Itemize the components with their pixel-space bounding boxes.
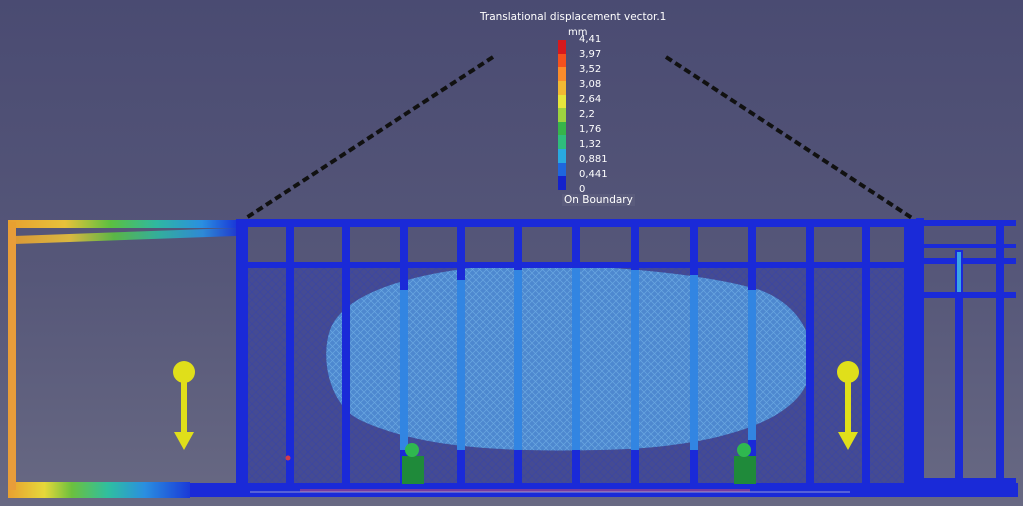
legend-tick-label: 4,41 [579, 34, 602, 45]
legend-tick-label: 3,52 [579, 64, 602, 75]
legend-tick-label: 1,32 [579, 139, 602, 150]
color-legend[interactable]: Translational displacement vector.1 mm O… [480, 8, 667, 213]
legend-tick-label: 0 [579, 184, 586, 195]
legend-title: Translational displacement vector.1 [480, 11, 667, 23]
legend-tick-label: 2,2 [579, 109, 595, 120]
legend-swatch [558, 121, 566, 136]
legend-tick-label: 3,08 [579, 79, 602, 90]
legend-swatch [558, 176, 566, 191]
legend-color-bar [558, 40, 566, 191]
legend-tick-label: 2,64 [579, 94, 602, 105]
legend-boundary-label: On Boundary [562, 194, 635, 206]
legend-swatch [558, 135, 566, 150]
legend-swatch [558, 53, 566, 68]
right-frame-section[interactable] [916, 218, 1016, 490]
legend-swatch [558, 40, 566, 55]
legend-tick-label: 0,441 [579, 169, 608, 180]
legend-swatch [558, 80, 566, 96]
left-cantilever[interactable] [8, 220, 236, 498]
legend-tick-label: 3,97 [579, 49, 602, 60]
legend-tick-label: 1,76 [579, 124, 602, 135]
load-arrow-left-icon [173, 361, 195, 450]
legend-swatch [558, 162, 566, 177]
legend-swatch [558, 149, 566, 164]
displacement-blob [326, 263, 812, 451]
leader-line-right [664, 55, 914, 220]
legend-swatch [558, 108, 566, 123]
marker-red [285, 455, 291, 461]
legend-swatch [558, 67, 566, 82]
leader-line-left [244, 55, 495, 220]
legend-tick-label: 0,881 [579, 154, 608, 165]
legend-swatch [558, 94, 566, 109]
